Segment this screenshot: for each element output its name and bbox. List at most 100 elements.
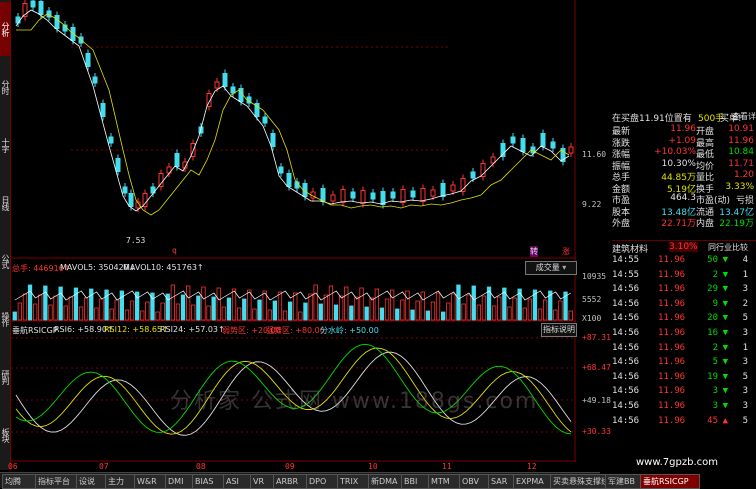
left-tab[interactable]: 分时 xyxy=(0,60,10,114)
rsi-axis-label-1: +87.31 xyxy=(582,333,611,342)
candle xyxy=(108,136,114,144)
candle xyxy=(330,194,336,202)
trade-price: 11.96 xyxy=(658,415,686,426)
candle xyxy=(380,191,386,205)
volume-bar xyxy=(257,299,262,321)
trade-volume: 45 xyxy=(707,415,718,426)
volume-bar xyxy=(410,309,415,321)
left-tab[interactable]: 公式 xyxy=(0,234,10,288)
candle xyxy=(410,190,416,198)
volume-bar xyxy=(226,297,232,321)
down-arrow-icon: ▼ xyxy=(722,269,728,280)
down-arrow-icon: ▼ xyxy=(722,342,728,353)
trade-time: 14:56 xyxy=(612,284,640,295)
volume-bar xyxy=(558,300,563,321)
trade-time: 14:56 xyxy=(612,371,640,382)
volume-bar xyxy=(160,302,165,321)
candle xyxy=(350,191,356,199)
volume-bar xyxy=(277,291,283,321)
volume-bar xyxy=(359,287,364,321)
candle xyxy=(122,186,128,194)
candle xyxy=(390,191,396,199)
rsi-axis-label-4: +30.33 xyxy=(582,427,611,436)
trade-count: 2 xyxy=(742,298,748,309)
volume-bar xyxy=(58,286,63,321)
left-tab[interactable]: 板块 xyxy=(0,408,10,462)
tick-trade-row: 14:56 11.96 2 ▼ 1 xyxy=(612,343,756,354)
trade-price: 11.96 xyxy=(658,313,686,324)
trade-count: 3 xyxy=(742,328,748,338)
volume-bar xyxy=(12,311,17,321)
volume-bar xyxy=(313,284,318,321)
quote-label: 外盘 xyxy=(612,219,631,229)
trade-price: 11.96 xyxy=(658,386,686,397)
volume-bar xyxy=(53,295,58,321)
trade-volume: 3 xyxy=(712,386,718,397)
quote-header-row: 在买盘11.91位置有 500手 买单! 查看详细 xyxy=(612,111,756,124)
volume-bar xyxy=(155,311,160,321)
volume-bar xyxy=(211,296,216,321)
candle xyxy=(270,133,276,147)
trade-price: 11.96 xyxy=(658,328,686,338)
volume-bar xyxy=(379,307,385,321)
date-axis-label: 06 xyxy=(8,462,18,471)
candle xyxy=(430,189,436,197)
volume-bar xyxy=(196,295,201,321)
volume-bar xyxy=(216,287,221,321)
candle xyxy=(568,146,574,154)
volume-bar xyxy=(282,310,288,321)
candle xyxy=(370,192,376,200)
volume-bar xyxy=(124,309,130,321)
volume-bar xyxy=(476,304,482,321)
quote-value: 22.71万 xyxy=(661,219,696,229)
rsi24-label: RSI24: +57.03↑ xyxy=(160,325,225,334)
volume-bar xyxy=(89,288,94,321)
trade-count: 4 xyxy=(742,255,748,265)
marker-zhuan: 转 xyxy=(530,246,538,257)
volume-bar xyxy=(522,307,527,321)
view-detail-link[interactable]: 查看详细 xyxy=(732,111,756,122)
tick-trade-row: 14:56 11.96 9 ▼ 2 xyxy=(612,299,756,310)
down-arrow-icon: ▼ xyxy=(722,313,728,324)
down-arrow-icon: ▼ xyxy=(722,371,728,382)
sector-name[interactable]: 建筑材料 xyxy=(612,242,648,255)
trade-price: 11.96 xyxy=(658,298,686,309)
volume-bar xyxy=(252,308,257,321)
candle xyxy=(540,133,546,147)
volume-bar xyxy=(446,302,451,321)
candle xyxy=(100,103,106,117)
volume-bar xyxy=(84,297,89,321)
trade-volume: 19 xyxy=(707,371,718,382)
volume-bar xyxy=(308,293,313,321)
candle xyxy=(85,53,91,67)
left-tab[interactable]: 分析 xyxy=(0,2,10,56)
quote-value: 1.20 xyxy=(733,170,754,180)
down-arrow-icon: ▼ xyxy=(722,255,728,265)
candle xyxy=(470,171,476,179)
quote-label: 内盘 xyxy=(696,219,715,229)
volume-bar xyxy=(180,294,186,321)
left-tab[interactable]: 日线 xyxy=(0,176,10,230)
trade-price: 11.96 xyxy=(658,269,686,280)
trade-count: 3 xyxy=(742,386,748,397)
candle xyxy=(550,141,556,149)
price-axis-label-high: 11.60 xyxy=(582,150,607,159)
trade-volume: 16 xyxy=(707,328,718,338)
quote-row: 外盘 22.71万 内盘 22.19万 xyxy=(612,216,756,229)
trade-count: 3 xyxy=(742,357,748,368)
trade-count: 5 xyxy=(742,415,748,426)
date-axis-label: 07 xyxy=(99,462,109,471)
volume-bar xyxy=(527,298,532,321)
left-tab[interactable]: 操作 xyxy=(0,292,10,346)
volume-bar xyxy=(323,294,329,321)
indicator-dropdown[interactable]: 成交量 ▾ xyxy=(525,261,577,275)
volume-bar xyxy=(354,296,359,321)
price-axis-label-low: 9.22 xyxy=(582,200,602,209)
left-tab[interactable]: 研判 xyxy=(0,350,10,404)
volume-bar xyxy=(349,305,354,321)
industry-compare-button[interactable]: 同行业比较 xyxy=(708,242,748,253)
volume-bar xyxy=(303,302,308,321)
volume-bar xyxy=(272,300,278,321)
left-tab[interactable]: 十字 xyxy=(0,118,10,172)
indicator-help-button[interactable]: 指标说明 xyxy=(541,323,577,337)
